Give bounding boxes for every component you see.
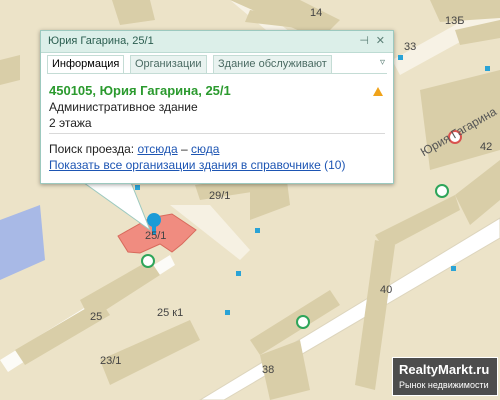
info-popup[interactable]: Юрия Гагарина, 25/1 ⊣ ✕ Информация Орган… xyxy=(40,30,394,184)
content-divider xyxy=(49,133,385,134)
map-label-23-1: 23/1 xyxy=(100,355,122,367)
map-label-14: 14 xyxy=(310,7,323,19)
building-floors: 2 этажа xyxy=(49,116,92,130)
map-label-25: 25 xyxy=(90,311,103,323)
close-icon[interactable]: ✕ xyxy=(376,34,385,47)
map-label-13b: 13Б xyxy=(445,15,465,27)
warning-icon xyxy=(373,87,383,96)
building-type: Административное здание xyxy=(49,100,198,114)
route-from-link[interactable]: отсюда xyxy=(137,142,177,156)
route-search: Поиск проезда: отсюда – сюда xyxy=(49,141,385,157)
tab-info[interactable]: Информация xyxy=(47,55,125,73)
map-label-42: 42 xyxy=(480,141,493,153)
map-label-29-1: 29/1 xyxy=(209,190,231,202)
tab-building-services[interactable]: Здание обслуживают xyxy=(213,55,332,73)
logo-tagline: Рынок недвижимости xyxy=(399,380,489,390)
menu-icon[interactable]: ▿ xyxy=(380,57,385,68)
address-title: 450105, Юрия Гагарина, 25/1 xyxy=(49,83,231,98)
map-label-25-1: 25/1 xyxy=(145,230,167,242)
map-label-33: 33 xyxy=(404,41,417,53)
popup-tabs: Информация Организации Здание обслуживаю… xyxy=(47,55,387,73)
orgs-row: Показать все организации здания в справо… xyxy=(49,157,385,173)
map-label-25-k1: 25 к1 xyxy=(157,307,184,319)
route-label: Поиск проезда: xyxy=(49,142,135,156)
tabs-underline xyxy=(47,73,387,74)
popup-header: Юрия Гагарина, 25/1 ⊣ ✕ xyxy=(41,31,393,53)
show-orgs-link[interactable]: Показать все организации здания в справо… xyxy=(49,158,321,172)
map-label-38: 38 xyxy=(262,364,275,376)
tab-organizations[interactable]: Организации xyxy=(130,55,207,73)
route-to-link[interactable]: сюда xyxy=(191,142,219,156)
logo-name: RealtyMarkt.ru xyxy=(399,362,490,377)
realtymarkt-logo[interactable]: RealtyMarkt.ru Рынок недвижимости xyxy=(392,357,498,396)
orgs-count: (10) xyxy=(324,158,346,172)
popup-title: Юрия Гагарина, 25/1 xyxy=(48,35,154,47)
popup-content: 450105, Юрия Гагарина, 25/1 Администрати… xyxy=(49,83,385,173)
map-label-40: 40 xyxy=(380,284,393,296)
route-dash: – xyxy=(180,142,188,156)
pin-icon[interactable]: ⊣ xyxy=(359,34,369,47)
